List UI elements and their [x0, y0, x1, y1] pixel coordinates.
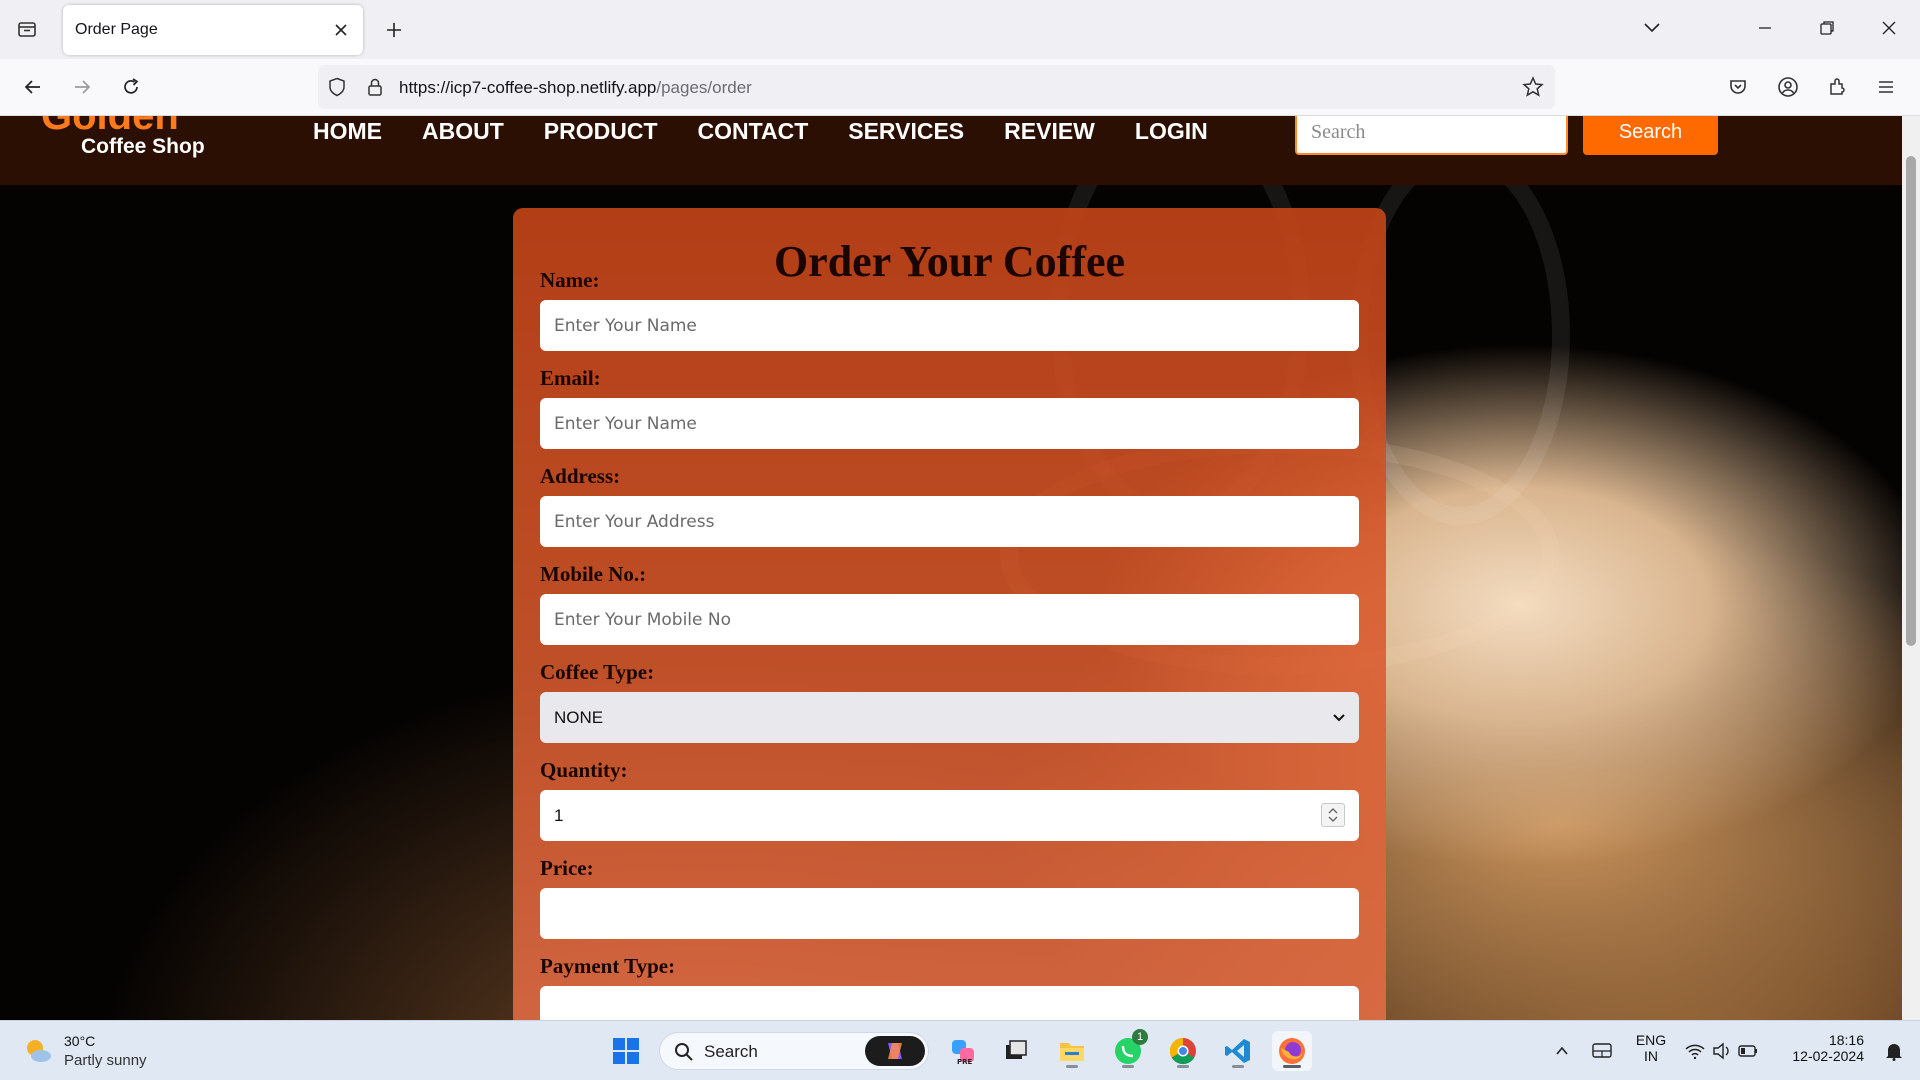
form-title: Order Your Coffee: [773, 237, 1126, 286]
name-label: Name:: [540, 268, 600, 292]
shield-icon[interactable]: [325, 75, 349, 99]
forward-arrow-icon[interactable]: [64, 69, 100, 105]
menu-product[interactable]: PRODUCT: [544, 116, 658, 146]
touch-keyboard-icon[interactable]: [1582, 1031, 1622, 1071]
taskbar: 30°C Partly sunny Search PRE 1 ENG IN 18…: [0, 1020, 1920, 1080]
quantity-stepper[interactable]: 1: [540, 790, 1359, 841]
coffee-type-select[interactable]: NONE: [540, 692, 1359, 743]
taskbar-search-label: Search: [704, 1042, 758, 1061]
running-indicator: [1066, 1065, 1078, 1068]
tab-order-page[interactable]: Order Page: [63, 5, 363, 55]
minimize-icon[interactable]: [1740, 8, 1790, 48]
site-search-button[interactable]: Search: [1583, 116, 1718, 155]
menu-about[interactable]: ABOUT: [422, 116, 504, 146]
vscode-icon[interactable]: [1218, 1031, 1258, 1071]
svg-text:PRE: PRE: [957, 1058, 973, 1065]
url-text[interactable]: https://icp7-coffee-shop.netlify.app/pag…: [399, 78, 752, 98]
scrollbar-thumb[interactable]: [1906, 156, 1916, 646]
price-input[interactable]: [540, 888, 1359, 939]
reload-icon[interactable]: [113, 69, 149, 105]
chrome-icon[interactable]: [1163, 1031, 1203, 1071]
tab-title: Order Page: [75, 21, 158, 38]
chevron-down-icon: [1333, 714, 1345, 722]
coffee-type-value: NONE: [554, 707, 604, 727]
page-viewport: Golden Coffee Shop HOME ABOUT PRODUCT CO…: [0, 116, 1902, 1020]
payment-type-select[interactable]: [540, 986, 1359, 1020]
chevron-up-icon[interactable]: [1542, 1031, 1582, 1071]
language-region: IN: [1644, 1048, 1658, 1064]
search-icon: [675, 1043, 693, 1061]
close-window-icon[interactable]: [1864, 8, 1914, 48]
clock[interactable]: 18:16 12-02-2024: [1784, 1032, 1864, 1064]
logo-coffee-shop[interactable]: Coffee Shop: [81, 135, 205, 159]
coffee-type-label: Coffee Type:: [540, 660, 655, 684]
new-tab-icon[interactable]: [377, 13, 411, 47]
address-input[interactable]: [540, 496, 1359, 547]
account-icon[interactable]: [1770, 69, 1806, 105]
partly-sunny-icon[interactable]: [22, 1035, 54, 1067]
url-bar[interactable]: https://icp7-coffee-shop.netlify.app/pag…: [318, 65, 1555, 109]
address-label: Address:: [540, 464, 621, 488]
order-form-card: Order Your Coffee Name: Email: Address: …: [513, 208, 1386, 1020]
url-host: https://icp7-coffee-shop.netlify.app: [399, 78, 657, 97]
tab-list-icon[interactable]: [10, 12, 44, 46]
email-input[interactable]: [540, 398, 1359, 449]
main-menu: HOME ABOUT PRODUCT CONTACT SERVICES REVI…: [313, 116, 1248, 146]
url-path: /pages/order: [656, 78, 752, 97]
menu-hamburger-icon[interactable]: [1868, 69, 1904, 105]
windows-start-icon[interactable]: [606, 1031, 646, 1071]
clock-date: 12-02-2024: [1792, 1048, 1864, 1064]
language-indicator[interactable]: ENG IN: [1634, 1032, 1668, 1064]
firefox-icon[interactable]: [1272, 1031, 1312, 1071]
stepper-arrows-icon[interactable]: [1321, 803, 1345, 827]
price-label: Price:: [540, 856, 594, 880]
copilot-icon[interactable]: [865, 1036, 925, 1066]
battery-icon: [1738, 1045, 1757, 1057]
quantity-value: 1: [554, 805, 564, 825]
page-scrollbar[interactable]: [1902, 116, 1920, 1020]
name-input[interactable]: [540, 300, 1359, 351]
menu-home[interactable]: HOME: [313, 116, 382, 146]
language-code: ENG: [1635, 1032, 1667, 1048]
system-tray-quick-settings[interactable]: [1676, 1031, 1766, 1071]
close-tab-icon[interactable]: [329, 18, 353, 42]
taskbar-search-box[interactable]: Search: [659, 1032, 929, 1070]
lock-icon[interactable]: [363, 75, 387, 99]
site-search-input[interactable]: [1295, 116, 1568, 155]
speaker-icon: [1713, 1042, 1729, 1060]
file-explorer-icon[interactable]: [1052, 1031, 1092, 1071]
extensions-icon[interactable]: [1819, 69, 1855, 105]
bookmark-star-icon[interactable]: [1521, 75, 1545, 99]
notification-bell-icon[interactable]: [1874, 1031, 1914, 1071]
menu-login[interactable]: LOGIN: [1135, 116, 1208, 146]
running-indicator: [1122, 1065, 1134, 1068]
running-indicator: [1177, 1065, 1189, 1068]
menu-review[interactable]: REVIEW: [1004, 116, 1095, 146]
back-arrow-icon[interactable]: [15, 69, 51, 105]
menu-contact[interactable]: CONTACT: [698, 116, 809, 146]
list-all-tabs-icon[interactable]: [1627, 8, 1677, 48]
mobile-input[interactable]: [540, 594, 1359, 645]
browser-nav-bar: https://icp7-coffee-shop.netlify.app/pag…: [0, 59, 1920, 116]
copilot-preview-icon[interactable]: PRE: [943, 1031, 983, 1071]
site-header: Golden Coffee Shop HOME ABOUT PRODUCT CO…: [0, 116, 1902, 185]
payment-type-label: Payment Type:: [540, 954, 676, 978]
email-label: Email:: [540, 366, 601, 390]
running-indicator: [1232, 1065, 1244, 1068]
mobile-label: Mobile No.:: [540, 562, 647, 586]
weather-description[interactable]: Partly sunny: [64, 1052, 147, 1069]
task-view-icon[interactable]: [996, 1031, 1036, 1071]
quantity-label: Quantity:: [540, 758, 628, 782]
pocket-icon[interactable]: [1720, 69, 1756, 105]
restore-icon[interactable]: [1802, 8, 1852, 48]
whatsapp-badge: 1: [1132, 1029, 1148, 1045]
form-area: Order Your Coffee Name: Email: Address: …: [0, 185, 1902, 1020]
browser-tab-bar: Order Page: [0, 0, 1920, 59]
running-indicator: [1283, 1065, 1301, 1068]
menu-services[interactable]: SERVICES: [848, 116, 964, 146]
weather-temperature[interactable]: 30°C: [64, 1033, 95, 1049]
wifi-icon: [1685, 1044, 1705, 1060]
whatsapp-icon[interactable]: 1: [1108, 1029, 1148, 1071]
clock-time: 18:16: [1828, 1032, 1864, 1048]
